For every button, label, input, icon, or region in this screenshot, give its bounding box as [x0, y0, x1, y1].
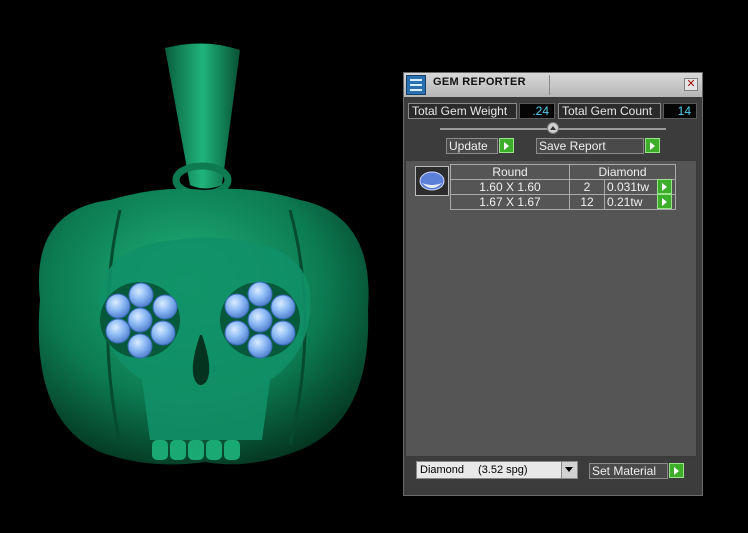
title-bar[interactable]: GEM REPORTER ✕	[404, 73, 702, 97]
material-name: Diamond	[420, 464, 465, 476]
total-gem-weight-value: .24	[519, 103, 555, 119]
close-icon[interactable]: ✕	[684, 78, 698, 91]
gem-list[interactable]: Round Diamond 1.60 X 1.60 2 0.031tw 1.67…	[405, 160, 697, 457]
total-gem-count-label: Total Gem Count	[558, 103, 661, 119]
gem-size: 1.67 X 1.67	[450, 194, 570, 210]
save-report-button[interactable]: Save Report	[536, 138, 644, 154]
gem-count: 12	[569, 194, 605, 210]
gem-reporter-app-icon	[406, 75, 426, 95]
row-go-icon[interactable]	[657, 194, 672, 209]
gem-table: Round Diamond 1.60 X 1.60 2 0.031tw 1.67…	[450, 164, 676, 210]
gem-weight: 0.21tw	[607, 195, 643, 209]
slider-handle[interactable]	[547, 122, 559, 134]
gem-size: 1.60 X 1.60	[450, 179, 570, 195]
gem-weight-cell: 0.21tw	[604, 194, 676, 210]
table-row[interactable]: 1.60 X 1.60 2 0.031tw	[450, 179, 676, 195]
update-button[interactable]: Update	[446, 138, 498, 154]
total-gem-count-value: 14	[663, 103, 697, 119]
window-title: GEM REPORTER	[433, 76, 526, 88]
total-gem-weight-label: Total Gem Weight	[408, 103, 517, 119]
chevron-down-icon[interactable]	[561, 462, 577, 478]
set-material-go-icon[interactable]	[669, 463, 684, 478]
gem-count: 2	[569, 179, 605, 195]
row-go-icon[interactable]	[657, 179, 672, 194]
update-go-icon[interactable]	[499, 138, 514, 153]
gem-weight-cell: 0.031tw	[604, 179, 676, 195]
round-gem-icon	[415, 166, 449, 196]
save-report-go-icon[interactable]	[645, 138, 660, 153]
gem-reporter-panel: GEM REPORTER ✕ Total Gem Weight .24 Tota…	[403, 72, 703, 496]
material-select[interactable]: Diamond (3.52 spg)	[416, 461, 578, 479]
gem-weight: 0.031tw	[607, 180, 650, 194]
shape-header: Round	[450, 164, 570, 180]
set-material-button[interactable]: Set Material	[589, 463, 668, 479]
title-divider	[549, 75, 550, 95]
table-row[interactable]: 1.67 X 1.67 12 0.21tw	[450, 194, 676, 210]
material-header: Diamond	[569, 164, 676, 180]
material-spg: (3.52 spg)	[478, 464, 528, 476]
